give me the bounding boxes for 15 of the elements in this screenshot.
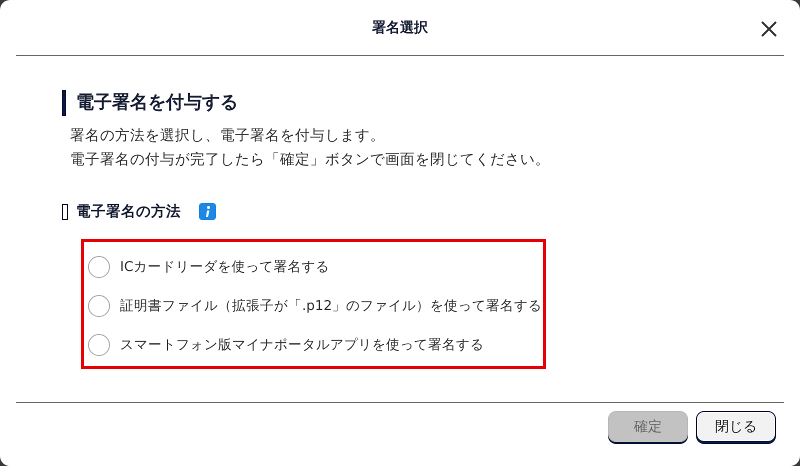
option-label[interactable]: スマートフォン版マイナポータルアプリを使って署名する xyxy=(120,336,484,354)
radio-button[interactable] xyxy=(88,294,110,316)
description-text: 電子署名の付与が完了したら「確定」ボタンで画面を閉じてください。 xyxy=(70,150,551,170)
option-label[interactable]: ICカードリーダを使って署名する xyxy=(120,258,330,276)
marker-icon xyxy=(62,204,68,220)
info-icon[interactable] xyxy=(199,203,216,220)
option-label[interactable]: 証明書ファイル（拡張子が「.p12」のファイル）を使って署名する xyxy=(120,296,542,314)
description-text: 署名の方法を選択し、電子署名を付与します。 xyxy=(70,126,386,146)
radio-button[interactable] xyxy=(88,256,110,278)
section-heading: 電子署名を付与する xyxy=(62,90,800,116)
dialog-title: 署名選択 xyxy=(372,18,428,36)
subsection-heading: 電子署名の方法 xyxy=(76,202,181,221)
radio-button[interactable] xyxy=(88,334,110,356)
close-button[interactable]: 閉じる xyxy=(696,411,776,442)
close-icon[interactable] xyxy=(760,20,778,38)
